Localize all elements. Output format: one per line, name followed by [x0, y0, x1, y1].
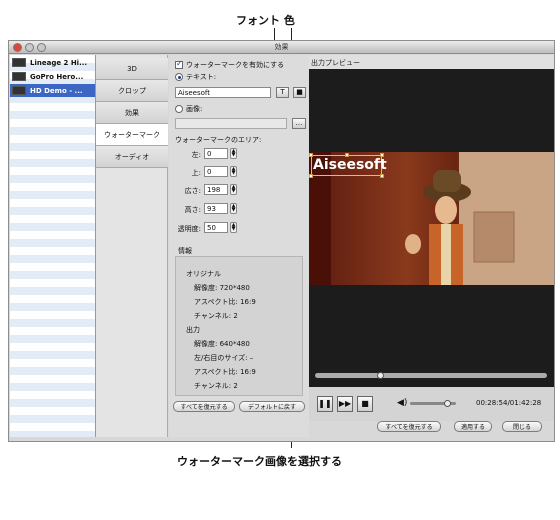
video-thumbnail — [12, 86, 26, 95]
enable-watermark-checkbox[interactable] — [175, 59, 183, 69]
width-stepper[interactable]: ▲ ▼ — [230, 184, 237, 195]
top-stepper[interactable]: ▲ ▼ — [230, 166, 237, 177]
apply-button[interactable]: 適用する — [454, 421, 492, 432]
volume-knob[interactable] — [443, 400, 451, 407]
pause-icon: ❚❚ — [318, 399, 332, 408]
watermark-text-input[interactable]: Aiseesoft — [175, 87, 271, 98]
text-label: テキスト: — [186, 73, 217, 81]
restore-all-settings-button[interactable]: すべてを復元する — [173, 401, 235, 412]
tab-crop[interactable]: クロップ — [96, 80, 168, 102]
output-preview: 出力プレビュー Aiseesoft ❚❚ ▶▶ ■ ◀) 00:28:54/01… — [309, 55, 554, 421]
file-item[interactable]: Lineage 2 Hi... — [10, 56, 95, 69]
output-eye-size: 左/右目のサイズ: – — [194, 354, 254, 362]
time-display: 00:28:54/01:42:28 — [476, 399, 542, 407]
color-button[interactable]: ■ — [293, 87, 306, 98]
file-name: Lineage 2 Hi... — [30, 58, 88, 67]
browse-image-button[interactable]: ... — [292, 118, 306, 129]
watermark-settings: ウォーターマークを有効にする テキスト: Aiseesoft T ■ 画像: .… — [169, 55, 309, 437]
text-option-row[interactable]: テキスト: — [175, 72, 216, 82]
watermark-overlay[interactable]: Aiseesoft — [311, 155, 387, 176]
video-thumbnail — [12, 72, 26, 81]
image-label: 画像: — [186, 105, 203, 113]
image-option-row[interactable]: 画像: — [175, 104, 202, 114]
info-title: 情報 — [178, 247, 192, 255]
file-name: HD Demo - ... — [30, 86, 83, 95]
seek-knob[interactable] — [376, 372, 384, 379]
original-resolution: 解像度: 720*480 — [194, 284, 250, 292]
stop-button[interactable]: ■ — [357, 396, 373, 412]
tab-label: 効果 — [125, 108, 139, 117]
file-list[interactable]: Lineage 2 Hi... GoPro Hero... HD Demo - … — [10, 55, 96, 437]
original-heading: オリジナル — [186, 270, 221, 278]
top-input[interactable]: 0 — [204, 166, 228, 177]
pause-button[interactable]: ❚❚ — [317, 396, 333, 412]
stop-icon: ■ — [361, 399, 369, 408]
file-item[interactable]: GoPro Hero... — [10, 70, 95, 83]
opacity-label: 透明度: — [177, 225, 201, 233]
restore-all-button[interactable]: すべてを復元する — [377, 421, 441, 432]
video-thumbnail — [12, 58, 26, 67]
title-bar: 効果 — [9, 41, 554, 54]
resize-handle[interactable] — [345, 153, 349, 157]
height-stepper[interactable]: ▲ ▼ — [230, 203, 237, 214]
font-button[interactable]: T — [276, 87, 289, 98]
height-label: 高さ: — [184, 206, 201, 214]
preview-title: 出力プレビュー — [309, 55, 554, 69]
original-aspect: アスペクト比: 16:9 — [194, 298, 256, 306]
width-input[interactable]: 198 — [204, 184, 228, 195]
output-heading: 出力 — [186, 326, 200, 334]
playback-controls: ❚❚ ▶▶ ■ ◀) 00:28:54/01:42:28 — [309, 387, 554, 421]
effect-tabs: 3D クロップ 効果 ウォーターマーク オーディオ — [96, 55, 168, 437]
file-name: GoPro Hero... — [30, 72, 84, 81]
opacity-input[interactable]: 50 — [204, 222, 228, 233]
opacity-stepper[interactable]: ▲ ▼ — [230, 222, 237, 233]
enable-watermark-row[interactable]: ウォーターマークを有効にする — [175, 59, 285, 70]
callout-select-image: ウォーターマーク画像を選択する — [177, 455, 342, 468]
next-frame-button[interactable]: ▶▶ — [337, 396, 353, 412]
video-frame: Aiseesoft — [309, 152, 554, 285]
left-input[interactable]: 0 — [204, 148, 228, 159]
image-path-input[interactable] — [175, 118, 287, 129]
width-label: 広さ: — [184, 187, 201, 195]
tab-audio[interactable]: オーディオ — [96, 146, 168, 168]
left-label: 左: — [191, 151, 201, 159]
image-radio[interactable] — [175, 105, 183, 113]
resize-handle[interactable] — [309, 153, 313, 157]
fast-forward-icon: ▶▶ — [338, 399, 352, 408]
resize-handle[interactable] — [309, 174, 313, 178]
tab-label: オーディオ — [114, 152, 150, 161]
output-aspect: アスペクト比: 16:9 — [194, 368, 256, 376]
window-title: 効果 — [274, 43, 289, 51]
resize-handle[interactable] — [380, 174, 384, 178]
tab-label: クロップ — [118, 86, 146, 95]
close-button[interactable]: 閉じる — [502, 421, 542, 432]
info-panel: オリジナル 解像度: 720*480 アスペクト比: 16:9 チャンネル: 2… — [175, 256, 303, 396]
restore-default-button[interactable]: デフォルトに戻す — [239, 401, 305, 412]
effects-window: 効果 Lineage 2 Hi... GoPro Hero... HD Demo… — [8, 40, 555, 442]
output-channels: チャンネル: 2 — [194, 382, 238, 390]
top-label: 上: — [191, 169, 201, 177]
volume-icon: ◀) — [397, 398, 408, 408]
file-item-selected[interactable]: HD Demo - ... — [10, 84, 95, 97]
tab-3d[interactable]: 3D — [96, 58, 168, 80]
tab-label: 3D — [127, 64, 137, 73]
tab-effect[interactable]: 効果 — [96, 102, 168, 124]
output-resolution: 解像度: 640*480 — [194, 340, 250, 348]
height-input[interactable]: 93 — [204, 203, 228, 214]
left-stepper[interactable]: ▲ ▼ — [230, 148, 237, 159]
original-channels: チャンネル: 2 — [194, 312, 238, 320]
tab-watermark[interactable]: ウォーターマーク — [96, 124, 168, 146]
seek-bar[interactable] — [315, 373, 547, 378]
enable-watermark-label: ウォーターマークを有効にする — [186, 61, 285, 69]
callout-font-color: フォント 色 — [236, 14, 295, 27]
area-title-text: ウォーターマークのエリア: — [175, 136, 262, 144]
text-radio[interactable] — [175, 73, 183, 81]
resize-handle[interactable] — [380, 153, 384, 157]
tab-label: ウォーターマーク — [104, 130, 160, 139]
area-title: ウォーターマークのエリア: — [175, 135, 261, 145]
